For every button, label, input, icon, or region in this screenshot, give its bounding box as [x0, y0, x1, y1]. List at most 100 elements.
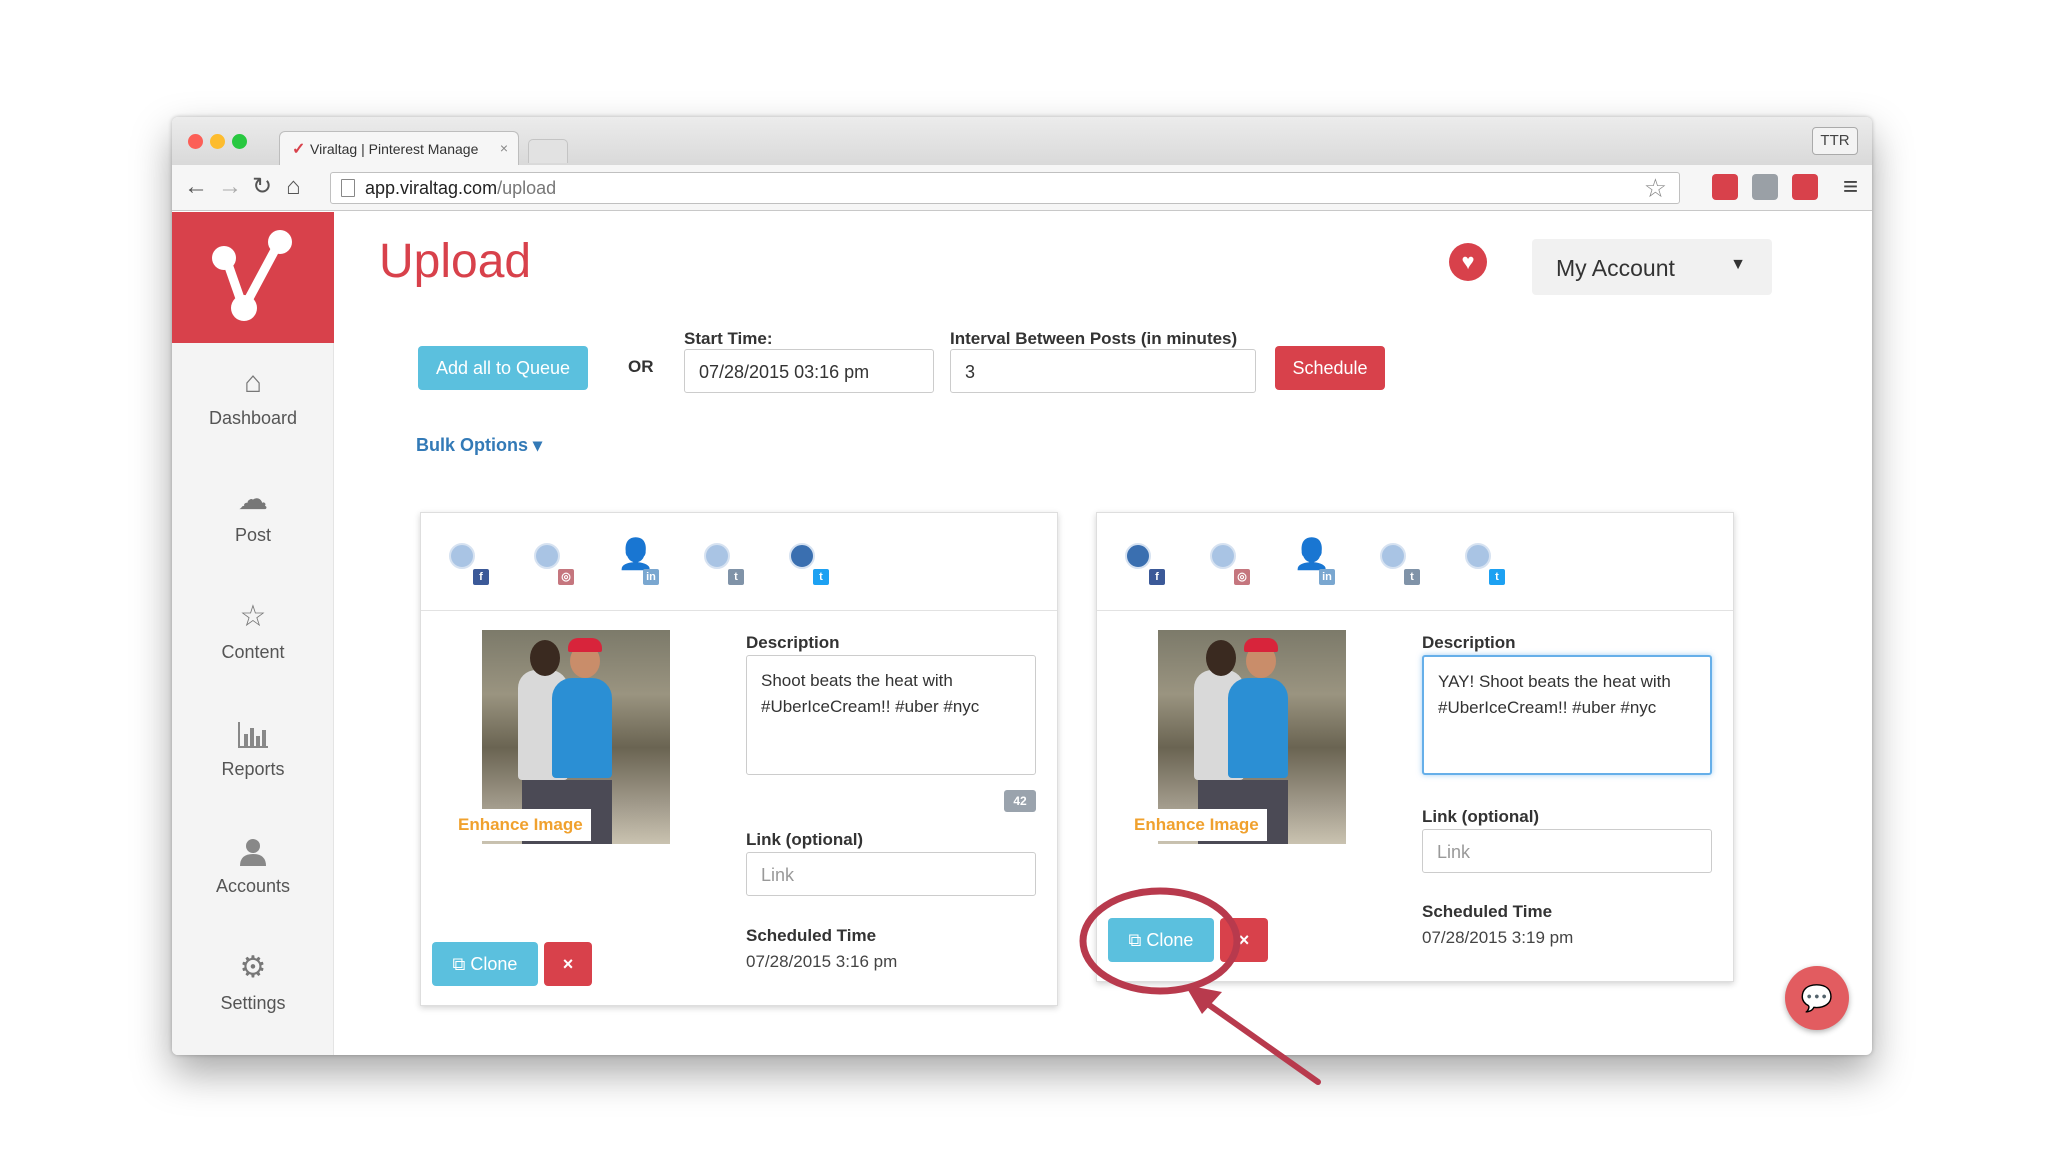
browser-window: ✓ Viraltag | Pinterest Manage × TTR ← → … — [172, 117, 1872, 1055]
url-host: app.viraltag.com — [365, 178, 498, 198]
back-arrow-icon[interactable]: ← — [184, 173, 208, 201]
account-tumblr[interactable]: t — [696, 535, 744, 589]
tab-title: Viraltag | Pinterest Manage — [310, 141, 479, 157]
minimize-window-button[interactable] — [210, 134, 225, 149]
user-icon: 👤 — [617, 538, 655, 571]
viraltag-logo[interactable] — [172, 212, 334, 343]
delete-button[interactable]: × — [544, 942, 592, 986]
star-icon: ☆ — [239, 600, 267, 633]
tumblr-icon: t — [1404, 569, 1420, 585]
sidebar-item-accounts[interactable]: Accounts — [172, 832, 334, 897]
post-card-1: f ◎ 👤 in t t Enhance Image Description Sh… — [420, 512, 1058, 1006]
bookmark-star-icon[interactable]: ☆ — [1644, 173, 1667, 204]
sidebar-item-label: Settings — [220, 993, 286, 1013]
sidebar-item-dashboard[interactable]: ⌂ Dashboard — [172, 364, 334, 429]
new-tab-button[interactable] — [528, 139, 568, 163]
maximize-window-button[interactable] — [232, 134, 247, 149]
forward-arrow-icon[interactable]: → — [218, 173, 242, 201]
linkedin-icon: in — [643, 569, 659, 585]
sidebar-item-content[interactable]: ☆ Content — [172, 598, 334, 663]
sidebar-item-settings[interactable]: ⚙ Settings — [172, 949, 334, 1014]
copy-icon: ⧉ — [452, 954, 471, 974]
chat-bubble-icon: 💬 — [1800, 983, 1834, 1013]
add-all-to-queue-button[interactable]: Add all to Queue — [418, 346, 588, 390]
cloud-upload-icon: ☁ — [238, 483, 268, 516]
extension-viraltag-icon[interactable] — [1792, 174, 1818, 200]
sidebar: ⌂ Dashboard ☁ Post ☆ Content Reports Acc… — [172, 212, 334, 1055]
user-icon — [172, 832, 334, 870]
viraltag-logo-icon — [212, 230, 292, 321]
sidebar-item-label: Dashboard — [208, 408, 298, 428]
browser-menu-icon[interactable]: ≡ — [1843, 171, 1858, 202]
tumblr-icon: t — [728, 569, 744, 585]
extension-tool-icon[interactable] — [1752, 174, 1778, 200]
scheduled-time-value: 07/28/2015 3:16 pm — [746, 952, 898, 971]
description-textarea[interactable]: Shoot beats the heat with #UberIceCream!… — [746, 655, 1036, 775]
reload-icon[interactable]: ↻ — [252, 173, 272, 201]
page-icon — [341, 179, 355, 197]
interval-input[interactable]: 3 — [950, 349, 1256, 393]
account-linkedin[interactable]: 👤 in — [1287, 535, 1335, 589]
delete-button[interactable]: × — [1220, 918, 1268, 962]
home-icon: ⌂ — [243, 366, 263, 399]
enhance-image-button[interactable]: Enhance Image — [450, 809, 591, 841]
user-icon: 👤 — [1293, 538, 1331, 571]
link-input[interactable]: Link — [1422, 829, 1712, 873]
browser-toolbar: ← → ↻ ⌂ app.viraltag.com/upload ☆ ≡ — [172, 165, 1872, 211]
tab-close-icon[interactable]: × — [500, 140, 508, 156]
clone-label: Clone — [1146, 930, 1194, 950]
account-facebook[interactable]: f — [441, 535, 489, 589]
help-chat-button[interactable]: 💬 — [1785, 966, 1849, 1030]
sidebar-item-label: Reports — [221, 759, 285, 779]
tab-bar: ✓ Viraltag | Pinterest Manage × TTR — [172, 117, 1872, 165]
start-time-label: Start Time: — [684, 329, 773, 348]
my-account-label: My Account — [1556, 255, 1675, 281]
extension-puzzle-icon[interactable] — [1712, 174, 1738, 200]
copy-icon: ⧉ — [1128, 930, 1147, 950]
bar-chart-icon — [172, 715, 334, 753]
schedule-button[interactable]: Schedule — [1275, 346, 1385, 390]
description-label: Description — [1422, 633, 1516, 652]
account-twitter[interactable]: t — [1457, 535, 1505, 589]
page-title: Upload — [379, 235, 532, 288]
post-card-2: f ◎ 👤 in t t Enhance Image Description YA… — [1096, 512, 1734, 982]
facebook-icon: f — [1149, 569, 1165, 585]
address-bar[interactable]: app.viraltag.com/upload ☆ — [330, 172, 1680, 204]
close-window-button[interactable] — [188, 134, 203, 149]
account-instagram[interactable]: ◎ — [526, 535, 574, 589]
char-count-badge: 42 — [1004, 790, 1036, 812]
browser-tab[interactable]: ✓ Viraltag | Pinterest Manage × — [279, 131, 519, 165]
sidebar-item-label: Post — [234, 525, 272, 545]
clone-button[interactable]: ⧉ Clone — [1108, 918, 1214, 962]
my-account-dropdown[interactable]: My Account ▼ — [1532, 239, 1772, 295]
instagram-icon: ◎ — [1234, 569, 1250, 585]
link-label: Link (optional) — [1422, 807, 1540, 826]
clone-label: Clone — [470, 954, 518, 974]
start-time-input[interactable]: 07/28/2015 03:16 pm — [684, 349, 934, 393]
sidebar-item-reports[interactable]: Reports — [172, 715, 334, 780]
account-linkedin[interactable]: 👤 in — [611, 535, 659, 589]
account-twitter[interactable]: t — [781, 535, 829, 589]
sidebar-item-label: Content — [221, 642, 285, 662]
twitter-icon: t — [1489, 569, 1505, 585]
description-textarea[interactable]: YAY! Shoot beats the heat with #UberIceC… — [1422, 655, 1712, 775]
or-label: OR — [628, 357, 654, 376]
profile-badge[interactable]: TTR — [1812, 127, 1858, 155]
account-tumblr[interactable]: t — [1372, 535, 1420, 589]
twitter-icon: t — [813, 569, 829, 585]
account-instagram[interactable]: ◎ — [1202, 535, 1250, 589]
enhance-image-button[interactable]: Enhance Image — [1126, 809, 1267, 841]
sidebar-item-label: Accounts — [215, 876, 291, 896]
account-selector: f ◎ 👤 in t t — [421, 513, 1057, 611]
bulk-options-dropdown[interactable]: Bulk Options ▾ — [416, 435, 542, 456]
interval-label: Interval Between Posts (in minutes) — [950, 329, 1238, 348]
home-browser-icon[interactable]: ⌂ — [286, 173, 301, 201]
heart-icon[interactable]: ♥ — [1449, 243, 1487, 281]
link-input[interactable]: Link — [746, 852, 1036, 896]
scheduled-time-label: Scheduled Time — [746, 926, 877, 945]
linkedin-icon: in — [1319, 569, 1335, 585]
sidebar-item-post[interactable]: ☁ Post — [172, 481, 334, 546]
account-facebook[interactable]: f — [1117, 535, 1165, 589]
clone-button[interactable]: ⧉ Clone — [432, 942, 538, 986]
link-label: Link (optional) — [746, 830, 864, 849]
